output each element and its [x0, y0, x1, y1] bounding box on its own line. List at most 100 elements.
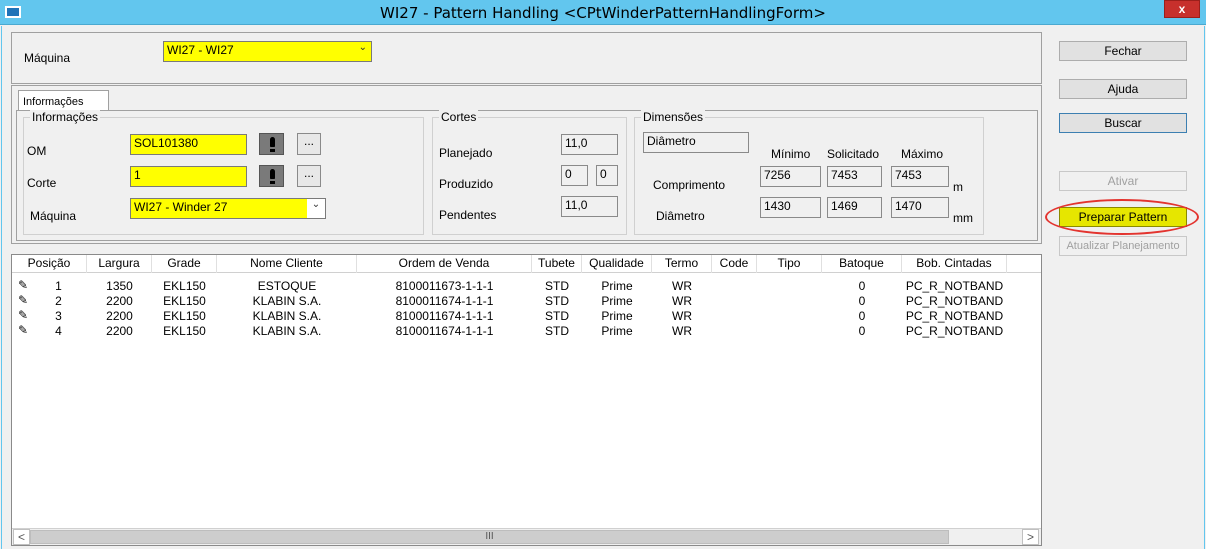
- cell-qualidade: Prime: [601, 294, 633, 308]
- comprimento-min: 7256: [760, 166, 821, 187]
- pendentes-label: Pendentes: [439, 208, 497, 222]
- cell-batoque: 0: [858, 294, 866, 308]
- column-header-tipo[interactable]: Tipo: [757, 255, 822, 273]
- tab-section: Informações Informações OM SOL101380 ...…: [11, 85, 1042, 244]
- highlight-annotation: [1045, 199, 1199, 235]
- cell-tubete: STD: [545, 309, 569, 323]
- atualizar-planejamento-button[interactable]: Atualizar Planejamento: [1059, 236, 1187, 256]
- diametro-unit: mm: [953, 211, 973, 225]
- cell-tubete: STD: [545, 279, 569, 293]
- fechar-button[interactable]: Fechar: [1059, 41, 1187, 61]
- tab-informacoes[interactable]: Informações: [18, 90, 109, 111]
- cell-posicao: 3: [55, 309, 62, 323]
- machine-select-value: WI27 - WI27: [167, 43, 234, 57]
- exclamation-icon[interactable]: [259, 133, 284, 155]
- om-field[interactable]: SOL101380: [130, 134, 247, 155]
- planejado-label: Planejado: [439, 146, 493, 160]
- dimension-type-select[interactable]: Diâmetro: [643, 132, 749, 153]
- cell-bob-cintadas: PC_R_NOTBAND: [905, 294, 1004, 308]
- column-header-qualidade[interactable]: Qualidade: [582, 255, 652, 273]
- cell-largura: 2200: [106, 294, 133, 308]
- column-header-termo[interactable]: Termo: [652, 255, 712, 273]
- diametro-label: Diâmetro: [656, 209, 705, 223]
- scroll-right-button[interactable]: >: [1022, 529, 1039, 545]
- cell-qualidade: Prime: [601, 279, 633, 293]
- pendentes-value: 11,0: [561, 196, 618, 217]
- cell-largura: 1350: [106, 279, 133, 293]
- cell-batoque: 0: [858, 309, 866, 323]
- table-row[interactable]: ✎ 2 2200 EKL150 KLABIN S.A. 8100011674-1-1-1 S…: [12, 294, 1041, 309]
- cell-tubete: STD: [545, 294, 569, 308]
- info-group: Informações OM SOL101380 ... Corte 1 ...…: [23, 110, 424, 235]
- cell-grade: EKL150: [163, 324, 206, 338]
- cell-batoque: 0: [858, 279, 866, 293]
- cell-posicao: 4: [55, 324, 62, 338]
- table-row[interactable]: ✎ 1 1350 EKL150 ESTOQUE 8100011673-1-1-1 STD Pr…: [12, 279, 1041, 294]
- machine-label: Máquina: [24, 51, 71, 65]
- produzido-value-2: 0: [596, 165, 618, 186]
- table-row[interactable]: ✎ 3 2200 EKL150 KLABIN S.A. 8100011674-1-1-1 S…: [12, 309, 1041, 324]
- info-group-title: Informações: [30, 110, 101, 124]
- solicitado-label: Solicitado: [827, 147, 880, 161]
- maquina-label: Máquina: [30, 209, 77, 223]
- cell-largura: 2200: [106, 309, 133, 323]
- close-button[interactable]: x: [1164, 0, 1200, 18]
- diametro-sol: 1469: [827, 197, 882, 218]
- column-header-code[interactable]: Code: [712, 255, 757, 273]
- cell-termo: WR: [672, 294, 692, 308]
- column-header-largura[interactable]: Largura: [87, 255, 152, 273]
- maquina-select-value: WI27 - Winder 27: [134, 200, 228, 214]
- maquina-select[interactable]: WI27 - Winder 27 ⌄: [130, 198, 326, 219]
- cell-bob-cintadas: PC_R_NOTBAND: [905, 309, 1004, 323]
- machine-select[interactable]: WI27 - WI27 ⌄: [163, 41, 372, 62]
- om-browse-button[interactable]: ...: [297, 133, 321, 155]
- cell-nome-cliente: KLABIN S.A.: [252, 294, 322, 308]
- cell-nome-cliente: ESTOQUE: [257, 279, 317, 293]
- column-header-grade[interactable]: Grade: [152, 255, 217, 273]
- column-header-ordem-venda[interactable]: Ordem de Venda: [357, 255, 532, 273]
- ativar-button[interactable]: Ativar: [1059, 171, 1187, 191]
- planejado-value: 11,0: [561, 134, 618, 155]
- buscar-button[interactable]: Buscar: [1059, 113, 1187, 133]
- cell-qualidade: Prime: [601, 309, 633, 323]
- window-title: WI27 - Pattern Handling <CPtWinderPatter…: [380, 4, 826, 22]
- column-header-batoque[interactable]: Batoque: [822, 255, 902, 273]
- cell-termo: WR: [672, 279, 692, 293]
- comprimento-max: 7453: [891, 166, 949, 187]
- minimo-label: Mínimo: [771, 147, 811, 161]
- maximo-label: Máximo: [901, 147, 944, 161]
- column-header-posicao[interactable]: Posição: [12, 255, 87, 273]
- chevron-down-icon: ⌄: [358, 42, 367, 53]
- corte-browse-button[interactable]: ...: [297, 165, 321, 187]
- scroll-left-button[interactable]: <: [13, 529, 30, 545]
- comprimento-unit: m: [953, 180, 963, 194]
- exclamation-icon[interactable]: [259, 165, 284, 187]
- ajuda-button[interactable]: Ajuda: [1059, 79, 1187, 99]
- column-header-bob-cintadas[interactable]: Bob. Cintadas: [902, 255, 1007, 273]
- dimensoes-group-title: Dimensões: [641, 110, 706, 124]
- produzido-value-1: 0: [561, 165, 588, 186]
- pattern-grid[interactable]: Posição Largura Grade Nome Cliente Ordem de …: [11, 254, 1042, 546]
- table-row[interactable]: ✎ 4 2200 EKL150 KLABIN S.A. 8100011674-1-1-1 S…: [12, 324, 1041, 339]
- diametro-max: 1470: [891, 197, 949, 218]
- corte-field[interactable]: 1: [130, 166, 247, 187]
- cell-posicao: 2: [55, 294, 62, 308]
- om-label: OM: [27, 144, 47, 158]
- produzido-label: Produzido: [439, 177, 494, 191]
- main-window: Máquina WI27 - WI27 ⌄ Informações Inform…: [1, 26, 1205, 549]
- cell-posicao: 1: [55, 279, 62, 293]
- diametro-min: 1430: [760, 197, 821, 218]
- scroll-thumb[interactable]: III: [30, 530, 949, 544]
- column-header-nome-cliente[interactable]: Nome Cliente: [217, 255, 357, 273]
- horizontal-scrollbar[interactable]: < III >: [12, 528, 1041, 545]
- cell-largura: 2200: [106, 324, 133, 338]
- title-bar: WI27 - Pattern Handling <CPtWinderPatter…: [0, 0, 1206, 25]
- corte-label: Corte: [27, 176, 57, 190]
- machine-panel: Máquina WI27 - WI27 ⌄: [11, 32, 1042, 84]
- tab-panel: Informações OM SOL101380 ... Corte 1 ...…: [16, 110, 1038, 241]
- cell-bob-cintadas: PC_R_NOTBAND: [905, 279, 1004, 293]
- cell-grade: EKL150: [163, 294, 206, 308]
- column-header-tubete[interactable]: Tubete: [532, 255, 582, 273]
- cell-batoque: 0: [858, 324, 866, 338]
- grid-header: Posição Largura Grade Nome Cliente Ordem de …: [12, 255, 1041, 273]
